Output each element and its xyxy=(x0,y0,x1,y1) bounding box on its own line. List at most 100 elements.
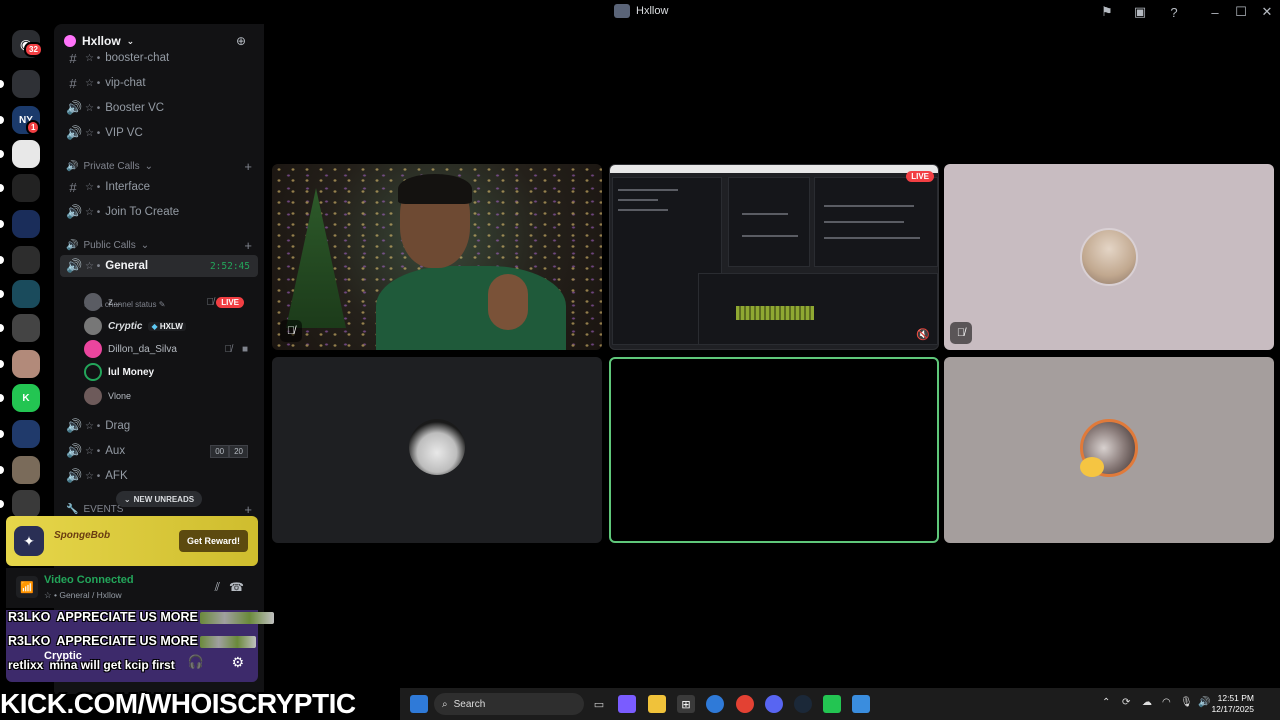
boost-icon xyxy=(64,35,76,47)
sync-icon[interactable]: ⟳ xyxy=(1122,697,1130,708)
avatar xyxy=(84,363,102,381)
microphone-icon[interactable]: 🎙 xyxy=(1180,697,1193,708)
store-icon[interactable]: ⊞ xyxy=(677,695,695,713)
unread-pip xyxy=(0,290,4,298)
create-channel-icon[interactable]: + xyxy=(244,159,252,174)
chevron-up-icon[interactable]: ⌃ xyxy=(1102,697,1110,708)
connection-location[interactable]: ☆ • General / Hxllow xyxy=(44,590,122,601)
voice-user[interactable]: Vlone xyxy=(84,385,254,407)
screen-share-icon[interactable]: ▣ xyxy=(1131,3,1149,21)
star-icon: ☆ • xyxy=(85,77,101,89)
speaker-icon[interactable]: 🔊 xyxy=(1198,697,1210,708)
cloud-icon[interactable]: ☁ xyxy=(1142,697,1152,708)
channel-general[interactable]: 🔊 ☆ • General 2:52:45 xyxy=(60,255,258,277)
minimize-button[interactable]: – xyxy=(1206,3,1224,21)
chrome-icon[interactable] xyxy=(736,695,754,713)
wifi-icon[interactable]: ◠ xyxy=(1162,697,1171,708)
voice-channel-icon: 🔊 xyxy=(66,125,83,140)
volume-muted-icon[interactable]: 🔇 xyxy=(916,328,930,341)
invite-people-icon[interactable]: ⊕ xyxy=(236,34,250,48)
kick-icon[interactable] xyxy=(823,695,841,713)
voice-user[interactable]: z... 🎙̸ LIVE xyxy=(84,291,254,313)
call-timer: 2:52:45 xyxy=(209,260,250,272)
task-view-icon[interactable]: ▭ xyxy=(590,695,608,713)
help-icon[interactable]: ? xyxy=(1165,3,1183,21)
channel-join-to-create[interactable]: 🔊 ☆ • Join To Create xyxy=(60,201,258,223)
voice-user[interactable]: Cryptic ◆ HXLW xyxy=(84,315,254,337)
guild-server-kick[interactable]: K xyxy=(12,384,40,412)
voice-connection-panel: 📶 Video Connected ☆ • General / Hxllow ⫽… xyxy=(6,568,258,608)
create-channel-icon[interactable]: + xyxy=(244,502,252,517)
avatar xyxy=(1080,228,1138,286)
star-icon: ☆ • xyxy=(85,52,101,64)
channel-booster-chat[interactable]: # ☆ • booster-chat xyxy=(60,47,258,69)
unread-pip xyxy=(0,184,4,192)
home-badge: 32 xyxy=(24,42,43,57)
guild-server-5[interactable] xyxy=(12,210,40,238)
guild-server-13[interactable] xyxy=(12,490,40,518)
guild-server-9[interactable] xyxy=(12,350,40,378)
mic-muted-icon: 🎙̸ xyxy=(950,322,972,344)
connection-status[interactable]: Video Connected xyxy=(44,574,134,586)
noise-suppression-icon[interactable]: ⫽ xyxy=(215,580,220,595)
video-tile-speaking[interactable] xyxy=(609,357,939,543)
close-button[interactable]: ✕ xyxy=(1258,3,1276,21)
server-icon xyxy=(614,4,630,18)
new-unreads-button[interactable]: ⌄ NEW UNREADS xyxy=(116,491,202,507)
guild-server-1[interactable] xyxy=(12,70,40,98)
video-tile-user[interactable]: 🎙̸ xyxy=(944,164,1274,350)
channel-drag[interactable]: 🔊 ☆ • Drag xyxy=(60,415,258,437)
voice-user[interactable]: Dillon_da_Silva 🎙̸ ■ xyxy=(84,338,254,360)
voice-channel-icon: 🔊 xyxy=(66,418,83,433)
window-title: Hxllow xyxy=(614,4,668,18)
speaker-icon: 🔊 xyxy=(66,160,79,172)
video-tile-user[interactable] xyxy=(944,357,1274,543)
taskbar-clock[interactable]: 12:51 PM 12/17/2025 xyxy=(1211,693,1254,715)
disconnect-icon[interactable]: ☎ xyxy=(229,580,244,594)
unread-pip xyxy=(0,80,4,88)
diamond-icon: ◆ xyxy=(151,321,158,331)
windows-start-icon[interactable] xyxy=(410,695,428,713)
guild-badge: 1 xyxy=(26,120,41,135)
category-public-calls[interactable]: 🔊 Public Calls ⌄ + xyxy=(66,236,258,254)
channel-vip-chat[interactable]: # ☆ • vip-chat xyxy=(60,72,258,94)
guild-server-4[interactable] xyxy=(12,174,40,202)
copilot-icon[interactable] xyxy=(618,695,636,713)
signal-icon[interactable]: 📶 xyxy=(16,576,38,598)
text-channel-icon: # xyxy=(69,75,77,91)
channel-booster-vc[interactable]: 🔊 ☆ • Booster VC xyxy=(60,97,258,119)
get-reward-button[interactable]: Get Reward! xyxy=(178,530,248,552)
channel-interface[interactable]: # ☆ • Interface xyxy=(60,176,258,198)
speaker-icon: 🔊 xyxy=(66,239,79,251)
notepad-icon[interactable] xyxy=(852,695,870,713)
unread-pip xyxy=(0,500,4,508)
channel-afk[interactable]: 🔊 ☆ • AFK xyxy=(60,465,258,487)
edge-icon[interactable] xyxy=(706,695,724,713)
taskbar-search[interactable]: ⌕ Search xyxy=(434,693,584,715)
video-tile-webcam[interactable]: 🎙̸ xyxy=(272,164,602,350)
guild-server-6[interactable] xyxy=(12,246,40,274)
guild-server-12[interactable] xyxy=(12,456,40,484)
chevron-down-icon: ⌄ xyxy=(126,35,135,46)
create-channel-icon[interactable]: + xyxy=(244,238,252,253)
file-explorer-icon[interactable] xyxy=(648,695,666,713)
channel-vip-vc[interactable]: 🔊 ☆ • VIP VC xyxy=(60,122,258,144)
discord-icon[interactable] xyxy=(765,695,783,713)
promo-banner[interactable]: ✦ SpongeBob Get Reward! xyxy=(6,516,258,566)
maximize-button[interactable]: ☐ xyxy=(1232,3,1250,21)
voice-channel-icon: 🔊 xyxy=(66,100,83,115)
channel-aux[interactable]: 🔊 ☆ • Aux 00 20 xyxy=(60,440,258,462)
video-tile-screenshare[interactable]: LIVE 🔇 xyxy=(609,164,939,350)
steam-icon[interactable] xyxy=(794,695,812,713)
video-tile-user[interactable] xyxy=(272,357,602,543)
voice-user[interactable]: lul Money xyxy=(84,361,254,383)
inbox-flag-icon[interactable]: ⚑ xyxy=(1098,3,1116,21)
guild-server-money[interactable] xyxy=(12,140,40,168)
unread-pip xyxy=(0,324,4,332)
guild-server-11[interactable] xyxy=(12,420,40,448)
category-private-calls[interactable]: 🔊 Private Calls ⌄ + xyxy=(66,157,258,175)
voice-channel-icon: 🔊 xyxy=(66,258,83,273)
guild-server-7[interactable] xyxy=(12,280,40,308)
guild-server-8[interactable] xyxy=(12,314,40,342)
text-channel-icon: # xyxy=(69,179,77,195)
